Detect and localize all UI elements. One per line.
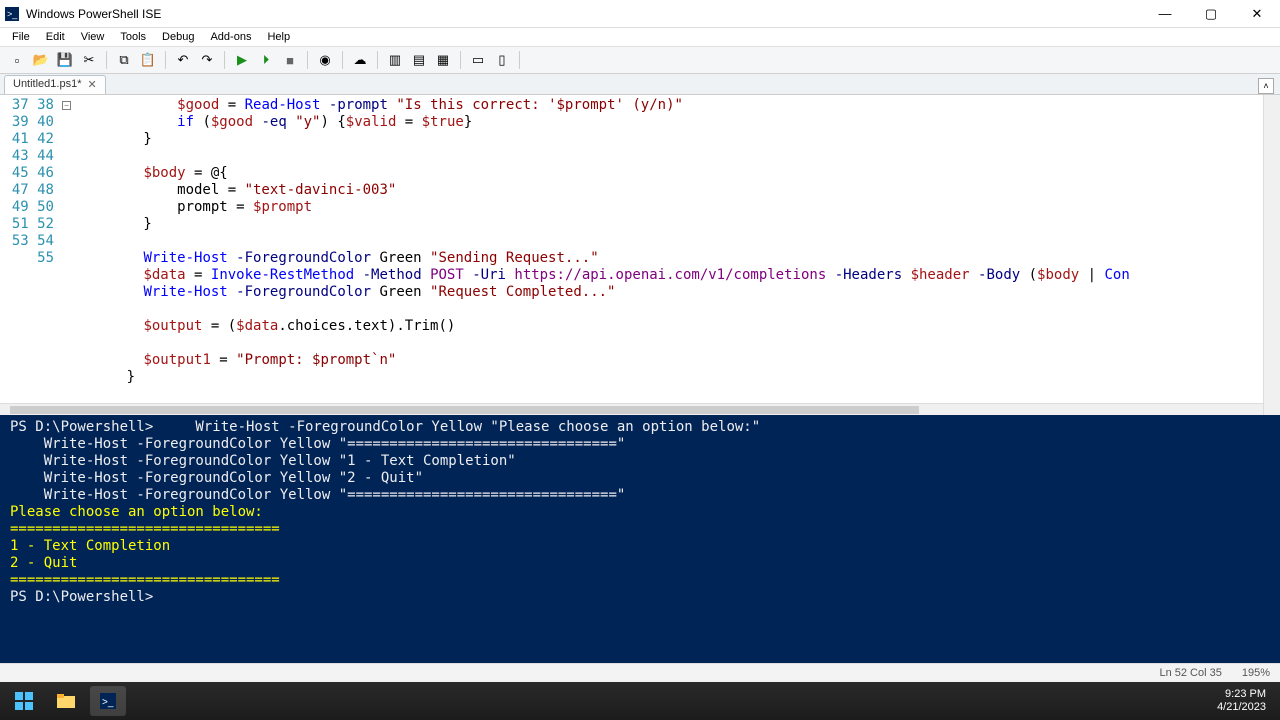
- menu-bar: FileEditViewToolsDebugAdd-onsHelp: [0, 28, 1280, 47]
- remote-icon[interactable]: ☁: [349, 49, 371, 71]
- redo-icon[interactable]: ↷: [196, 49, 218, 71]
- collapse-script-pane-button[interactable]: ˄: [1258, 78, 1274, 94]
- clock-date: 4/21/2023: [1217, 701, 1266, 714]
- toolbar-separator: [342, 51, 343, 69]
- script-editor[interactable]: 37 38 39 40 41 42 43 44 45 46 47 48 49 5…: [0, 95, 1280, 415]
- close-button[interactable]: ✕: [1234, 0, 1280, 27]
- console-pane[interactable]: PS D:\Powershell> Write-Host -Foreground…: [0, 415, 1280, 663]
- stop-icon[interactable]: ■: [279, 49, 301, 71]
- new-icon[interactable]: ▫: [6, 49, 28, 71]
- toolbar-separator: [307, 51, 308, 69]
- console-line: Please choose an option below:: [10, 504, 1270, 521]
- toolbar: ▫📂💾✂ ⧉📋 ↶↷ ▶⏵■ ◉ ☁ ▥▤▦ ▭▯: [0, 47, 1280, 74]
- toolbar-separator: [106, 51, 107, 69]
- editor-horizontal-scrollbar[interactable]: [0, 403, 1263, 415]
- window-title: Windows PowerShell ISE: [26, 7, 1142, 21]
- code-content[interactable]: $good = Read-Host -prompt "Is this corre…: [76, 95, 1263, 415]
- pane3-icon[interactable]: ▦: [432, 49, 454, 71]
- console-line: ================================: [10, 572, 1270, 589]
- app-icon: >_: [4, 6, 20, 22]
- run-icon[interactable]: ▶: [231, 49, 253, 71]
- svg-text:>_: >_: [7, 9, 18, 19]
- tab-close-icon[interactable]: ✕: [88, 78, 97, 91]
- menu-help[interactable]: Help: [259, 28, 298, 46]
- pane-icon[interactable]: ▥: [384, 49, 406, 71]
- tab-label: Untitled1.ps1*: [13, 78, 82, 90]
- menu-add-ons[interactable]: Add-ons: [202, 28, 259, 46]
- svg-text:>_: >_: [102, 697, 114, 708]
- maximize-button[interactable]: ▢: [1188, 0, 1234, 27]
- editor-vertical-scrollbar[interactable]: [1263, 95, 1280, 415]
- scroll-thumb[interactable]: [10, 406, 919, 414]
- console-line: Write-Host -ForegroundColor Yellow "1 - …: [10, 453, 1270, 470]
- tab-untitled[interactable]: Untitled1.ps1* ✕: [4, 75, 106, 94]
- save-icon[interactable]: 💾: [54, 49, 76, 71]
- pane2-icon[interactable]: ▤: [408, 49, 430, 71]
- start-button[interactable]: [6, 686, 42, 716]
- powershell-ise-task-icon[interactable]: >_: [90, 686, 126, 716]
- menu-view[interactable]: View: [73, 28, 113, 46]
- console-line: Write-Host -ForegroundColor Yellow "====…: [10, 487, 1270, 504]
- console-line: Write-Host -ForegroundColor Yellow "2 - …: [10, 470, 1270, 487]
- menu-edit[interactable]: Edit: [38, 28, 73, 46]
- cursor-position: Ln 52 Col 35: [1159, 667, 1221, 679]
- run-selection-icon[interactable]: ⏵: [255, 49, 277, 71]
- title-bar: >_ Windows PowerShell ISE — ▢ ✕: [0, 0, 1280, 28]
- explorer-icon[interactable]: [48, 686, 84, 716]
- paste-icon[interactable]: 📋: [137, 49, 159, 71]
- toolbar-separator: [224, 51, 225, 69]
- system-clock[interactable]: 9:23 PM 4/21/2023: [1217, 688, 1274, 714]
- line-number-gutter: 37 38 39 40 41 42 43 44 45 46 47 48 49 5…: [0, 95, 62, 415]
- copy-icon[interactable]: ⧉: [113, 49, 135, 71]
- toolbar-separator: [377, 51, 378, 69]
- cut-icon[interactable]: ✂: [78, 49, 100, 71]
- console-line: ================================: [10, 521, 1270, 538]
- console-line: Write-Host -ForegroundColor Yellow "====…: [10, 436, 1270, 453]
- taskbar: >_ 9:23 PM 4/21/2023: [0, 682, 1280, 720]
- breakpoint-icon[interactable]: ◉: [314, 49, 336, 71]
- console-line: PS D:\Powershell>: [10, 589, 1270, 606]
- menu-tools[interactable]: Tools: [112, 28, 154, 46]
- toolbar-separator: [165, 51, 166, 69]
- fold-column: −: [62, 95, 76, 415]
- console-line: 2 - Quit: [10, 555, 1270, 572]
- minimize-button[interactable]: —: [1142, 0, 1188, 27]
- open-icon[interactable]: 📂: [30, 49, 52, 71]
- toggle2-icon[interactable]: ▯: [491, 49, 513, 71]
- zoom-level[interactable]: 195%: [1242, 667, 1270, 679]
- toolbar-separator: [460, 51, 461, 69]
- undo-icon[interactable]: ↶: [172, 49, 194, 71]
- status-bar: Ln 52 Col 35 195%: [0, 663, 1280, 682]
- menu-file[interactable]: File: [4, 28, 38, 46]
- toolbar-separator: [519, 51, 520, 69]
- console-line: 1 - Text Completion: [10, 538, 1270, 555]
- toggle1-icon[interactable]: ▭: [467, 49, 489, 71]
- window-controls: — ▢ ✕: [1142, 0, 1280, 27]
- console-line: PS D:\Powershell> Write-Host -Foreground…: [10, 419, 1270, 436]
- clock-time: 9:23 PM: [1217, 688, 1266, 701]
- tab-bar: Untitled1.ps1* ✕ ˄: [0, 74, 1280, 95]
- menu-debug[interactable]: Debug: [154, 28, 202, 46]
